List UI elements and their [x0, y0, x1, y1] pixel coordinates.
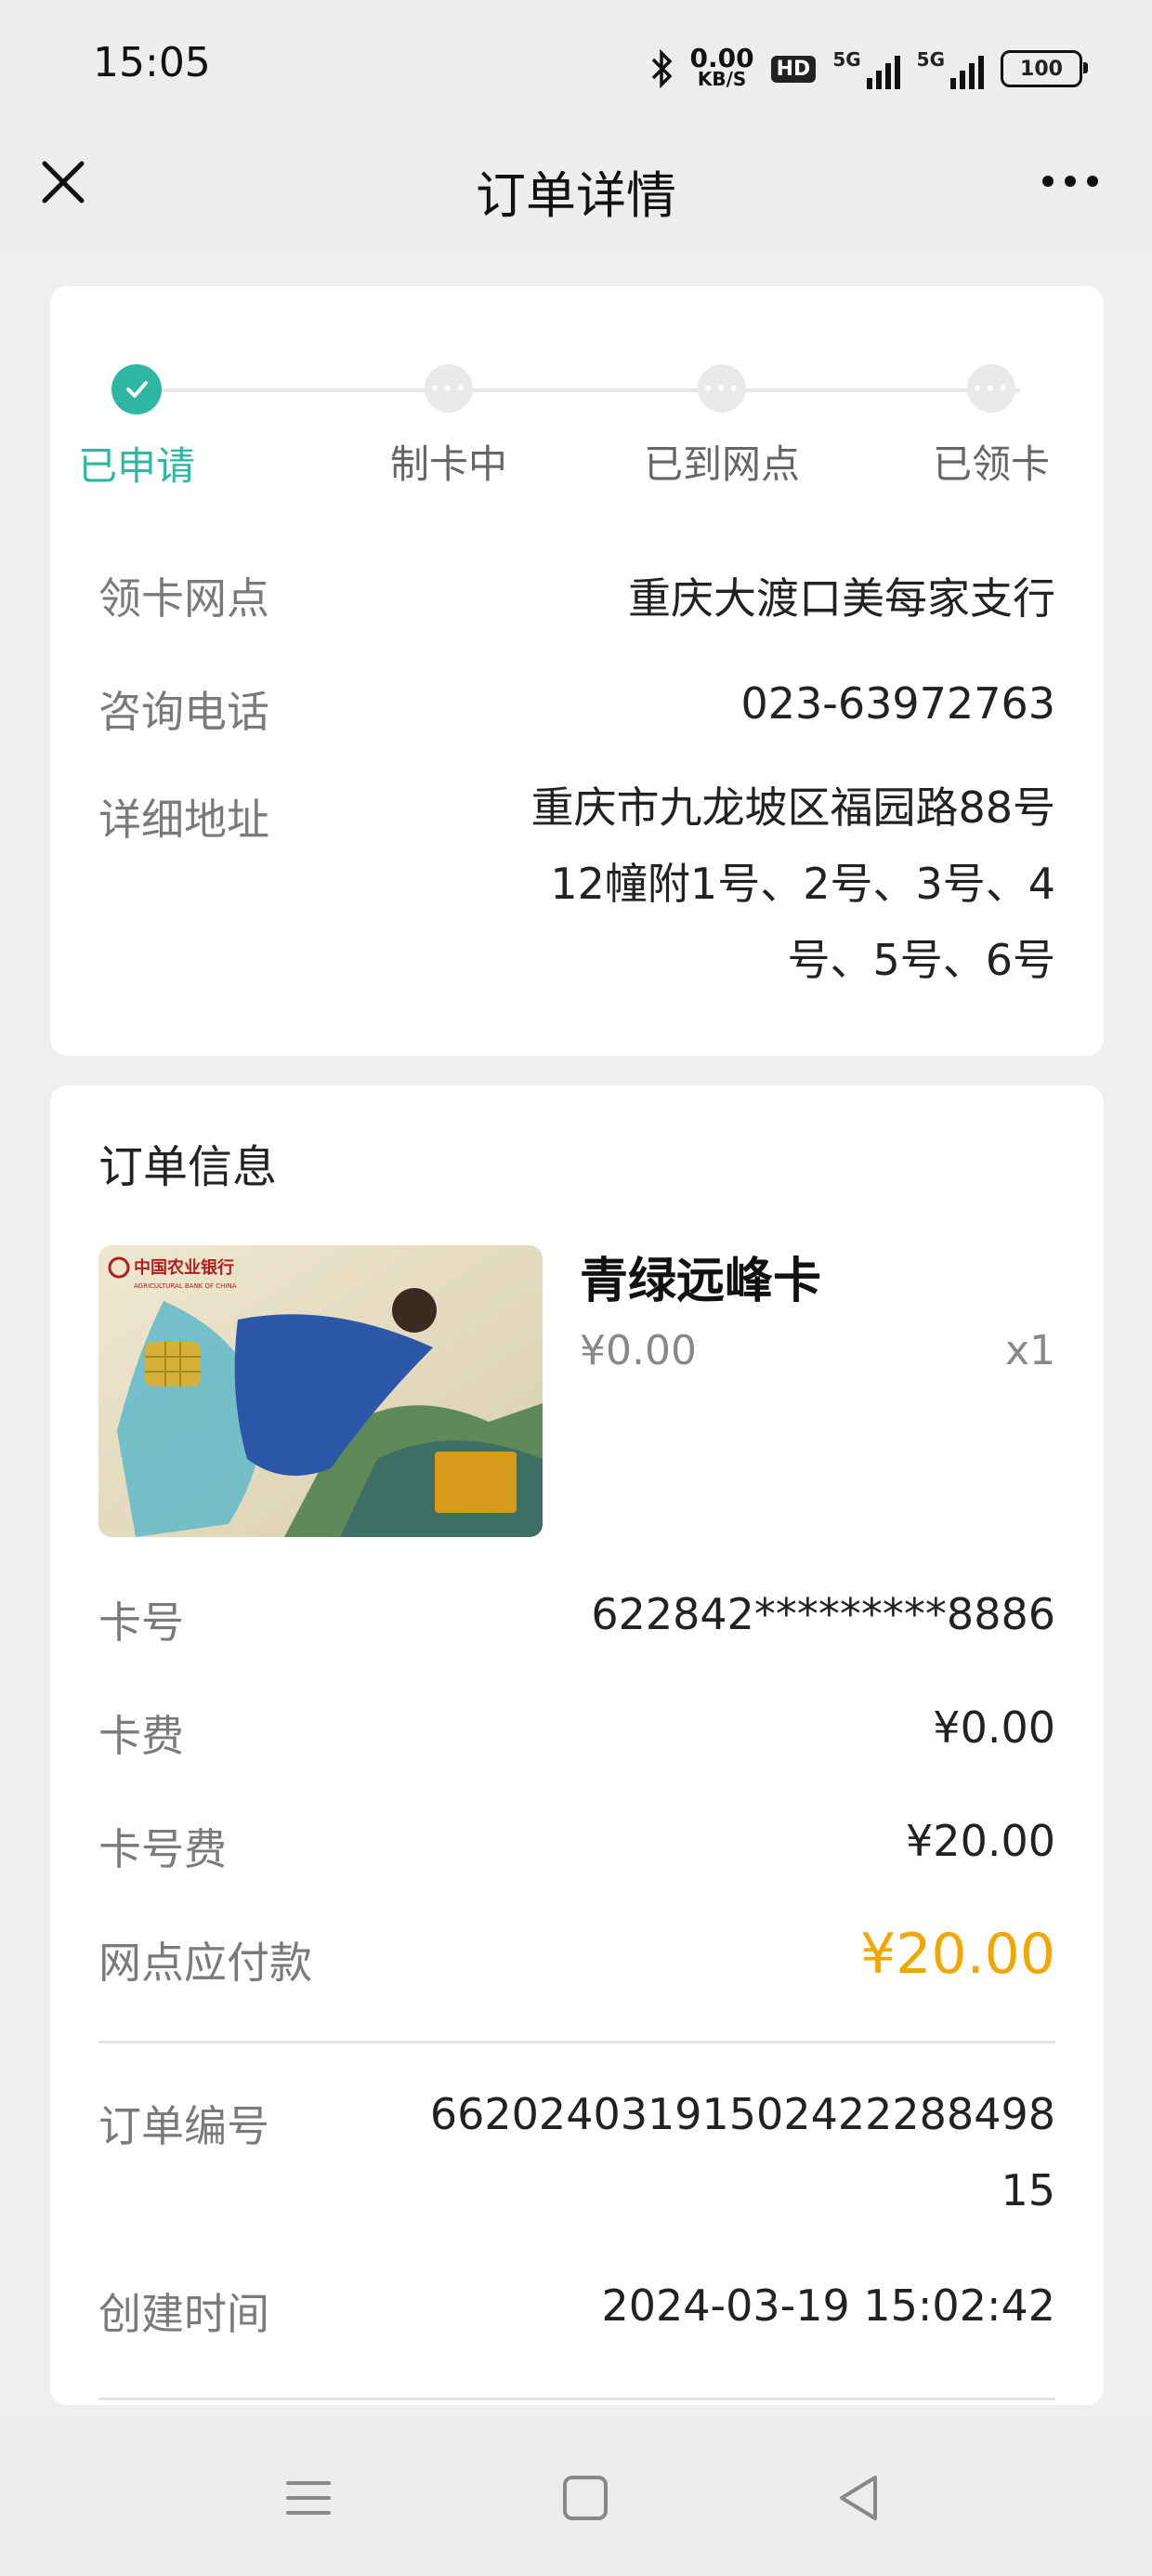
home-square-icon[interactable]	[557, 2470, 613, 2526]
more-icon[interactable]	[1042, 167, 1107, 195]
section-title: 订单信息	[98, 1141, 278, 1193]
card-number-label: 卡号	[98, 1597, 184, 1648]
progress-line	[147, 388, 1020, 392]
address-line: 重庆市九龙坡区福园路88号	[530, 782, 1055, 833]
battery-icon: 100	[1001, 50, 1088, 87]
address-line: 号、5号、6号	[787, 935, 1055, 985]
net-speed-value: 0.00	[689, 43, 754, 73]
nav-bar: 订单详情	[0, 130, 1152, 256]
order-card: 订单信息 中国农业银行 AGRICULTURAL BANK OF CHINA 青…	[50, 1085, 1104, 2405]
product-price: ¥0.00	[580, 1327, 697, 1374]
battery-level: 100	[1020, 57, 1063, 81]
card-bank-name-en: AGRICULTURAL BANK OF CHINA	[134, 1282, 237, 1290]
order-number-line: 66202403191502422288498	[429, 2089, 1055, 2139]
branch-name-label: 领卡网点	[98, 573, 269, 624]
card-fee-value: ¥0.00	[933, 1702, 1055, 1753]
progress-steps: 已申请 ••• 制卡中 ••• 已到网点 ••• 已领卡	[50, 357, 1104, 489]
created-time-label: 创建时间	[98, 2289, 269, 2339]
address-label: 详细地址	[98, 795, 269, 845]
menu-icon[interactable]	[281, 2470, 336, 2526]
status-bar: 15:05 0.00 KB/S HD 5G 5G 100	[0, 0, 1152, 139]
number-fee-label: 卡号费	[98, 1824, 227, 1874]
step-making: ••• 制卡中	[362, 357, 535, 490]
step-label: 已申请	[77, 443, 195, 489]
created-time-value: 2024-03-19 15:02:42	[601, 2280, 1055, 2331]
step-applied: 已申请	[50, 357, 223, 492]
address-value: 重庆市九龙坡区福园路88号 12幢附1号、2号、3号、4 号、5号、6号	[424, 769, 1055, 998]
net-speed-unit: KB/S	[697, 68, 747, 90]
card-bank-name: 中国农业银行	[134, 1257, 234, 1278]
status-icons: 0.00 KB/S HD 5G 5G 100	[649, 41, 1088, 97]
signal-label: 5G	[916, 48, 945, 71]
bank-card-image: 中国农业银行 AGRICULTURAL BANK OF CHINA	[98, 1245, 543, 1537]
signal-5g-icon: 5G	[917, 48, 984, 89]
number-fee-value: ¥20.00	[906, 1816, 1055, 1866]
card-number-value: 622842*********8886	[591, 1589, 1055, 1639]
payable-value: ¥20.00	[860, 1922, 1055, 1987]
page-title: 订单详情	[476, 166, 676, 225]
bluetooth-icon	[651, 48, 673, 89]
step-label: 已领卡	[932, 441, 1050, 487]
phone-value[interactable]: 023-63972763	[740, 678, 1055, 729]
product-quantity: x1	[1004, 1327, 1055, 1374]
payable-label: 网点应付款	[98, 1938, 312, 1988]
divider	[98, 2398, 1055, 2400]
step-received: ••• 已领卡	[905, 357, 1078, 490]
signal-5g-icon: 5G	[832, 48, 900, 89]
signal-label: 5G	[832, 48, 861, 71]
net-speed: 0.00 KB/S	[689, 43, 754, 90]
system-nav-bar	[0, 2416, 1152, 2576]
pending-dots-icon: •••	[698, 364, 746, 413]
order-number-line: 15	[1001, 2165, 1055, 2215]
back-triangle-icon[interactable]	[832, 2470, 888, 2526]
pending-dots-icon: •••	[967, 364, 1015, 413]
step-label: 已到网点	[643, 441, 800, 487]
branch-card: 已申请 ••• 制卡中 ••• 已到网点 ••• 已领卡 领卡网点 重庆大渡口美…	[50, 286, 1104, 1056]
pending-dots-icon: •••	[425, 364, 473, 413]
divider	[98, 2041, 1055, 2044]
status-time: 15:05	[93, 39, 211, 86]
address-line: 12幢附1号、2号、3号、4	[550, 859, 1055, 909]
step-arrived: ••• 已到网点	[635, 357, 808, 490]
branch-name-value: 重庆大渡口美每家支行	[628, 573, 1055, 624]
order-number-label: 订单编号	[98, 2101, 269, 2151]
card-fee-label: 卡费	[98, 1711, 184, 1761]
phone-label: 咨询电话	[98, 687, 269, 737]
order-number-value[interactable]: 66202403191502422288498 15	[405, 2076, 1055, 2228]
step-label: 制卡中	[389, 441, 507, 487]
check-icon	[111, 364, 162, 414]
product-name: 青绿远峰卡	[580, 1254, 822, 1309]
hd-icon: HD	[770, 55, 817, 83]
